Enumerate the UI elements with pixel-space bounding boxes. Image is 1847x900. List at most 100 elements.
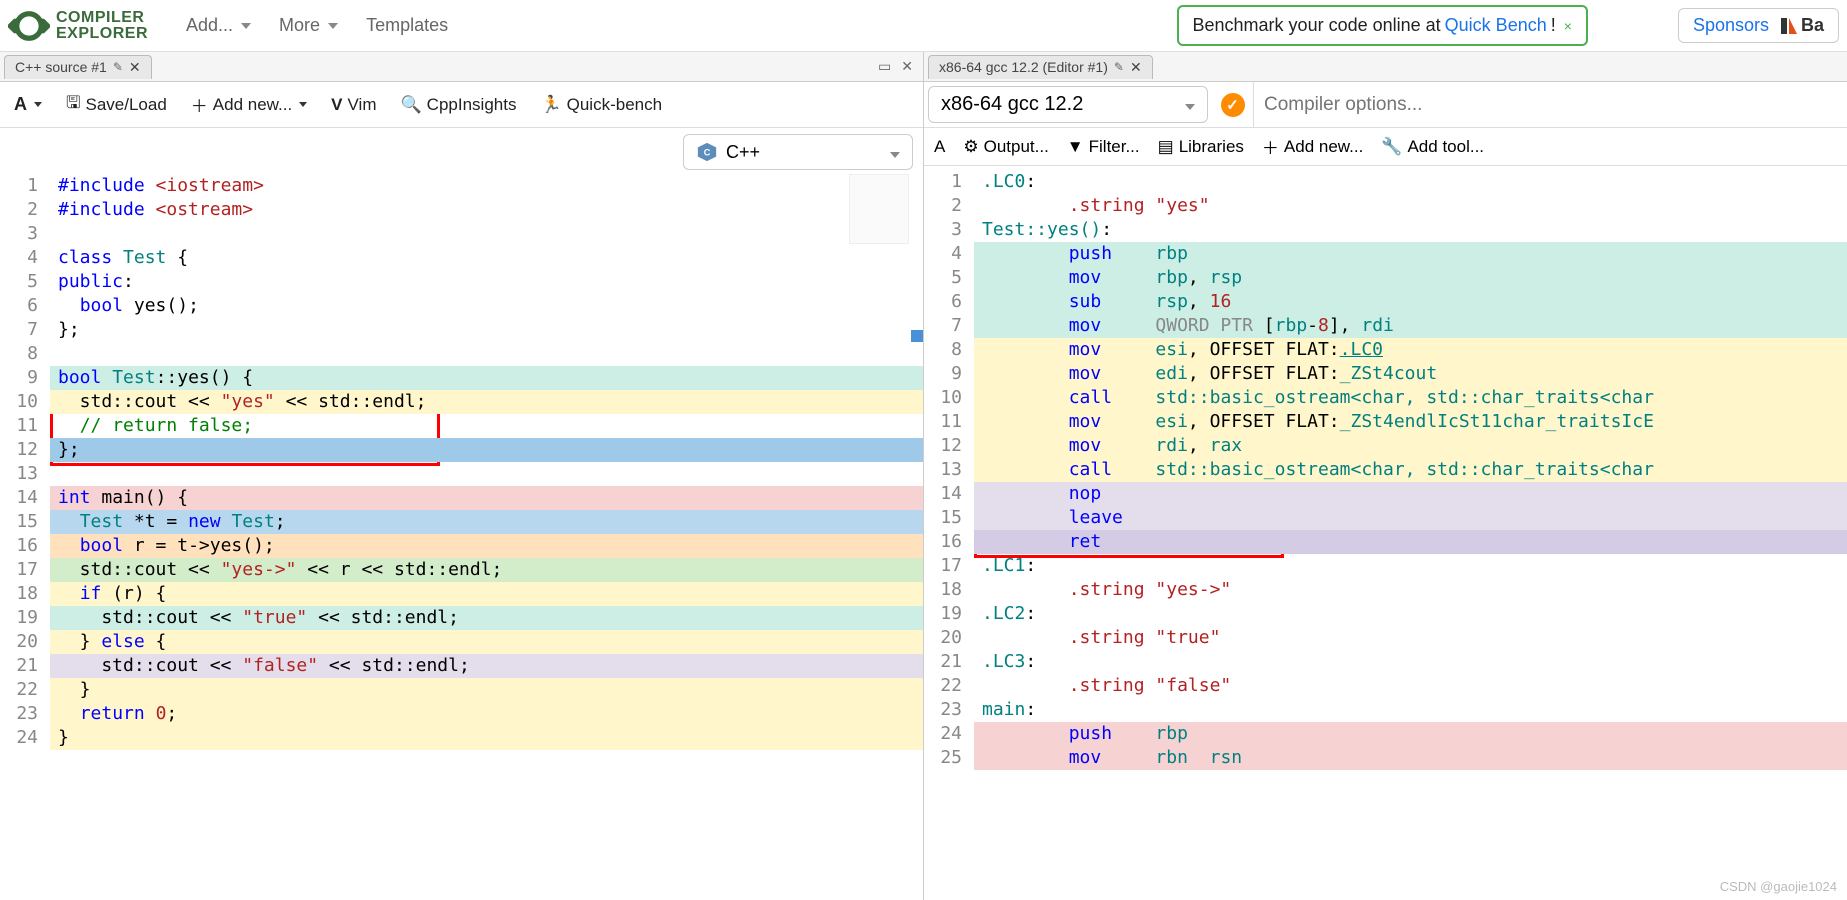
code-line[interactable]: } else { — [50, 630, 923, 654]
source-tabstrip: C++ source #1 ✎ ✕ ▭ ✕ — [0, 52, 923, 82]
code-line[interactable]: Test *t = new Test; — [50, 510, 923, 534]
asm-line[interactable]: mov QWORD PTR [rbp-8], rdi — [974, 314, 1847, 338]
output-menu[interactable]: ⚙Output... — [963, 137, 1048, 157]
promo-link[interactable]: Quick Bench — [1445, 15, 1547, 36]
code-line[interactable]: #include <ostream> — [50, 198, 923, 222]
close-icon[interactable]: ✕ — [1130, 59, 1142, 76]
close-icon[interactable]: ✕ — [129, 59, 141, 76]
compiler-select[interactable]: x86-64 gcc 12.2 — [928, 86, 1208, 123]
code-line[interactable]: std::cout << "yes->" << r << std::endl; — [50, 558, 923, 582]
code-line[interactable]: std::cout << "false" << std::endl; — [50, 654, 923, 678]
code-line[interactable]: return 0; — [50, 702, 923, 726]
asm-line[interactable]: leave — [974, 506, 1847, 530]
code-line[interactable] — [50, 342, 923, 366]
code-line[interactable]: }; — [50, 318, 923, 342]
code-line[interactable]: std::cout << "true" << std::endl; — [50, 606, 923, 630]
code-line[interactable]: class Test { — [50, 246, 923, 270]
asm-line[interactable]: nop — [974, 482, 1847, 506]
code-line[interactable] — [50, 222, 923, 246]
font-menu[interactable]: A — [934, 137, 945, 157]
brand-logo[interactable]: COMPILER EXPLORER — [8, 5, 148, 47]
code-line[interactable]: bool Test::yes() { — [50, 366, 923, 390]
add-new-button[interactable]: ＋Add new... — [1262, 134, 1363, 159]
menu-add[interactable]: Add... — [172, 9, 265, 42]
code-line[interactable]: #include <iostream> — [50, 174, 923, 198]
book-icon: ▤ — [1158, 137, 1174, 157]
code-line[interactable]: public: — [50, 270, 923, 294]
close-pane-icon[interactable]: ✕ — [901, 58, 913, 75]
code-line[interactable]: } — [50, 678, 923, 702]
asm-line[interactable]: mov rbp, rsp — [974, 266, 1847, 290]
asm-line[interactable]: ret — [974, 530, 1847, 554]
sponsors-button[interactable]: Sponsors Ba — [1678, 8, 1839, 43]
font-menu[interactable]: A — [10, 92, 46, 117]
asm-line[interactable]: sub rsp, 16 — [974, 290, 1847, 314]
asm-line[interactable]: .LC3: — [974, 650, 1847, 674]
libraries-button[interactable]: ▤Libraries — [1158, 137, 1244, 157]
asm-line[interactable]: .string "yes" — [974, 194, 1847, 218]
code-line[interactable]: int main() { — [50, 486, 923, 510]
asm-line[interactable]: mov edi, OFFSET FLAT:_ZSt4cout — [974, 362, 1847, 386]
pencil-icon[interactable]: ✎ — [1114, 60, 1124, 74]
code-line[interactable] — [50, 462, 923, 486]
compiler-options-input[interactable] — [1254, 82, 1847, 127]
scroll-indicator — [911, 330, 923, 342]
cppinsights-button[interactable]: 🔍CppInsights — [397, 93, 521, 117]
runner-icon: 🏃 — [540, 95, 561, 115]
asm-line[interactable]: .LC1: — [974, 554, 1847, 578]
plus-icon: ＋ — [1262, 134, 1279, 159]
code-line[interactable]: } — [50, 726, 923, 750]
asm-line[interactable]: .LC0: — [974, 170, 1847, 194]
asm-line[interactable]: push rbp — [974, 242, 1847, 266]
code-line[interactable]: }; — [50, 438, 923, 462]
add-tool-button[interactable]: 🔧Add tool... — [1381, 137, 1484, 157]
menu-more[interactable]: More — [265, 9, 352, 42]
vim-button[interactable]: VVim — [327, 93, 380, 117]
source-editor[interactable]: 123456789101112131415161718192021222324 … — [0, 170, 923, 900]
sponsor-brand-icon: Ba — [1779, 15, 1824, 36]
quickbench-button[interactable]: 🏃Quick-bench — [536, 93, 666, 117]
pencil-icon[interactable]: ✎ — [113, 60, 123, 74]
asm-line[interactable]: mov esi, OFFSET FLAT:_ZSt4endlIcSt11char… — [974, 410, 1847, 434]
code-line[interactable]: std::cout << "yes" << std::endl; — [50, 390, 923, 414]
asm-line[interactable]: call std::basic_ostream<char, std::char_… — [974, 386, 1847, 410]
check-icon: ✓ — [1221, 93, 1245, 117]
asm-line[interactable]: mov rdi, rax — [974, 434, 1847, 458]
asm-line[interactable]: .LC2: — [974, 602, 1847, 626]
code-line[interactable]: // return false; — [50, 414, 923, 438]
tab-compiler[interactable]: x86-64 gcc 12.2 (Editor #1) ✎ ✕ — [928, 55, 1153, 79]
plus-icon: ＋ — [191, 92, 208, 117]
asm-line[interactable]: .string "false" — [974, 674, 1847, 698]
menu-templates[interactable]: Templates — [352, 9, 462, 42]
asm-line[interactable]: mov rbn rsn — [974, 746, 1847, 770]
promo-close-icon[interactable]: × — [1564, 18, 1572, 34]
asm-code-area[interactable]: .LC0: .string "yes"Test::yes(): push rbp… — [974, 166, 1847, 900]
asm-editor[interactable]: 1234567891011121314151617181920212223242… — [924, 166, 1847, 900]
code-line[interactable]: bool yes(); — [50, 294, 923, 318]
maximize-icon[interactable]: ▭ — [878, 58, 891, 75]
compile-status[interactable]: ✓ — [1212, 82, 1254, 127]
add-new-button[interactable]: ＋Add new... — [187, 90, 311, 119]
minimap[interactable] — [849, 174, 909, 244]
code-line[interactable]: bool r = t->yes(); — [50, 534, 923, 558]
asm-line[interactable]: call std::basic_ostream<char, std::char_… — [974, 458, 1847, 482]
code-line[interactable]: if (r) { — [50, 582, 923, 606]
language-select[interactable]: C C++ — [683, 134, 913, 170]
promo-banner: Benchmark your code online at Quick Benc… — [1177, 5, 1588, 46]
source-code-area[interactable]: #include <iostream>#include <ostream> cla… — [50, 170, 923, 900]
asm-line[interactable]: mov esi, OFFSET FLAT:.LC0 — [974, 338, 1847, 362]
asm-line[interactable]: Test::yes(): — [974, 218, 1847, 242]
compiler-select-row: x86-64 gcc 12.2 ✓ — [924, 82, 1847, 128]
tab-cpp-source-1[interactable]: C++ source #1 ✎ ✕ — [4, 55, 152, 79]
filter-menu[interactable]: ▼Filter... — [1067, 137, 1140, 157]
asm-line[interactable]: .string "true" — [974, 626, 1847, 650]
cpp-icon: C — [696, 141, 718, 163]
save-load-button[interactable]: 🖫Save/Load — [62, 88, 171, 121]
gear-icon: ⚙ — [963, 137, 978, 157]
asm-line[interactable]: push rbp — [974, 722, 1847, 746]
svg-text:C: C — [704, 148, 711, 158]
asm-line[interactable]: main: — [974, 698, 1847, 722]
asm-line[interactable]: .string "yes->" — [974, 578, 1847, 602]
pane-window-controls: ▭ ✕ — [878, 58, 919, 75]
line-gutter: 1234567891011121314151617181920212223242… — [924, 166, 974, 900]
